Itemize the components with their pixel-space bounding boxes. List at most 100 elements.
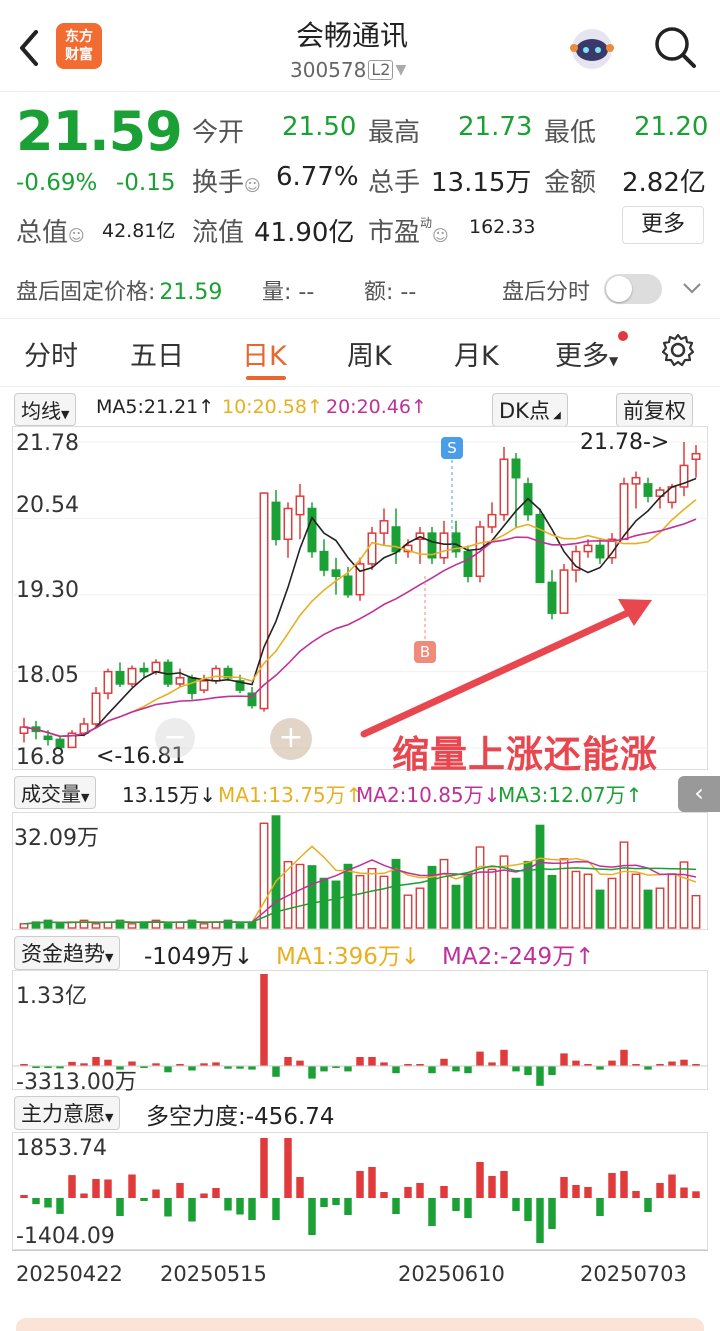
main-force-bottom-label: -1404.09 [16,1224,115,1249]
main-force-bar [212,1188,220,1198]
robot-assistant-icon[interactable] [566,22,618,74]
open-label: 今开 [192,118,245,148]
header-divider [0,91,720,92]
candle [115,670,125,685]
capital-bar [428,1066,436,1074]
tab-daily-k[interactable]: 日K [242,334,287,373]
kline-chart[interactable] [12,426,708,770]
candle [211,667,221,682]
ma-select[interactable]: 均线▼ [14,393,77,426]
main-force-chart[interactable] [12,1132,708,1250]
volume-bar [463,872,473,929]
main-force-bar [128,1174,136,1198]
change-pct: -0.69% [16,170,98,196]
volume-bar [319,877,329,929]
adjust-button[interactable]: 前复权 [616,393,693,427]
main-force-bar [440,1186,448,1198]
volume-bar [607,877,617,929]
stock-code-row[interactable]: 300578 L2 ▼ [290,58,406,82]
y-tick-2: 20.54 [16,493,79,518]
main-force-bar [188,1198,196,1222]
ma5-label: MA5:21.21↑ [96,396,215,418]
search-icon[interactable] [652,24,698,70]
capital-select[interactable]: 资金趋势▼ [14,936,121,970]
more-button[interactable]: 更多 [622,206,704,244]
afterhours-toggle[interactable] [604,274,662,304]
volume-chart[interactable] [12,812,708,930]
back-icon[interactable] [14,26,44,70]
main-force-bar [164,1198,172,1217]
candle [343,575,353,596]
sell-marker[interactable]: S [441,437,463,459]
main-force-bar [92,1179,100,1198]
collapse-side-button[interactable]: ‹ [678,776,720,812]
main-force-bar [104,1179,112,1198]
main-force-bar [608,1173,616,1198]
capital-bar [512,1066,520,1072]
main-force-bar [368,1167,376,1198]
capital-bar [188,1066,196,1071]
volume-top-label: 32.09万 [14,826,99,851]
main-force-bar [572,1185,580,1198]
open-value: 21.50 [282,112,357,142]
settings-icon[interactable] [660,332,696,368]
date-label: 20250515 [160,1262,267,1286]
volume-select[interactable]: 成交量▼ [14,776,97,809]
capital-bar [524,1066,532,1075]
volume-ma1: MA1:13.75万↑ [218,783,363,807]
buy-marker[interactable]: B [414,641,436,663]
candle [139,667,149,673]
stock-name: 会畅通讯 [296,19,409,52]
volume-bar [655,887,665,929]
main-force-label: 多空力度:-456.74 [146,1104,335,1130]
candle [619,483,629,541]
low-value: 21.20 [634,112,709,142]
main-force-bar [272,1198,280,1220]
dk-point-button[interactable]: DK点 ◢ [492,393,568,427]
capital-value: -1049万↓ [144,944,254,970]
main-force-select[interactable]: 主力意愿▼ [14,1096,121,1130]
candle [559,569,569,614]
volume-bar [295,863,305,929]
main-force-bar [332,1198,340,1205]
capital-bar [548,1066,556,1075]
candle [643,483,653,497]
tab-more[interactable]: 更多▼ [555,334,618,373]
candle [595,544,605,559]
tab-five-day[interactable]: 五日 [130,334,184,373]
volume-bar [475,846,485,929]
zoom-out-icon[interactable]: − [155,718,195,758]
main-force-bar [632,1191,640,1198]
capital-bottom-label: -3313.00万 [16,1070,137,1095]
y-tick-5: 16.8 [16,745,65,770]
zoom-in-icon[interactable]: + [270,718,312,760]
high-label: 最高 [368,118,421,148]
app-logo: 东方 财富 [56,23,102,69]
main-force-bar [140,1198,148,1201]
info-icon[interactable]: ☺ [244,176,261,195]
main-force-bar [680,1187,688,1198]
capital-bar [296,1060,304,1066]
turnover-value: 6.77% [276,162,359,192]
candle [535,513,545,584]
candle [295,495,305,516]
main-force-bar [320,1198,328,1207]
volume-bar [679,861,689,929]
volume-ma2: MA2:10.85万↓ [356,783,501,807]
main-force-bar [248,1198,256,1220]
main-force-top-label: 1853.74 [16,1136,107,1161]
main-force-bar [428,1198,436,1226]
tab-weekly-k[interactable]: 周K [347,334,392,373]
info-icon[interactable]: ☺ [68,226,85,245]
ma5-line [23,477,697,738]
capital-bar [260,974,268,1066]
info-icon[interactable]: ☺ [432,226,449,245]
tab-intraday[interactable]: 分时 [24,334,78,373]
ma10-label: 10:20.58↑ [222,396,323,418]
volume-bar [667,873,677,929]
main-force-bar [224,1198,232,1211]
tab-monthly-k[interactable]: 月K [454,334,499,373]
main-force-bar [500,1171,508,1198]
candle [259,492,269,710]
chevron-down-icon[interactable] [680,278,704,298]
